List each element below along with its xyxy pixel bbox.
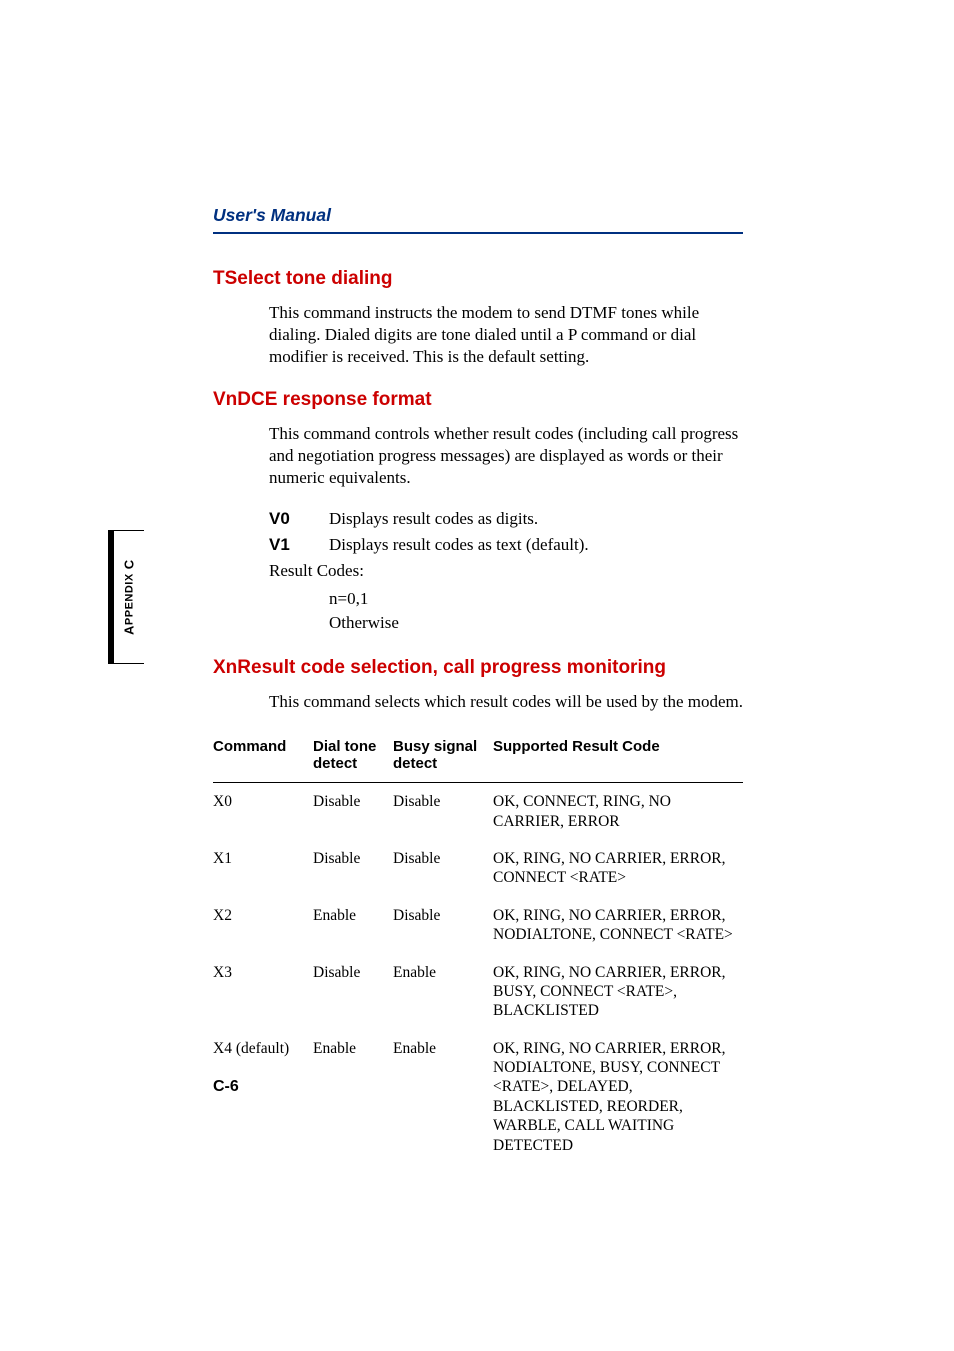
table-row: X3 Disable Enable OK, RING, NO CARRIER, … <box>213 954 743 1030</box>
result-codes-items: n=0,1 Otherwise <box>329 589 743 633</box>
cell-busy: Enable <box>393 1030 493 1164</box>
cell-cmd: X2 <box>213 897 313 954</box>
cell-result: OK, RING, NO CARRIER, ERROR, NODIALTONE,… <box>493 897 743 954</box>
definition-row: V0 Displays result codes as digits. <box>269 509 743 529</box>
cell-busy: Disable <box>393 897 493 954</box>
cell-cmd: X1 <box>213 840 313 897</box>
table-row: X1 Disable Disable OK, RING, NO CARRIER,… <box>213 840 743 897</box>
cell-result: OK, CONNECT, RING, NO CARRIER, ERROR <box>493 783 743 840</box>
cell-dial: Enable <box>313 1030 393 1164</box>
section-heading-vn: VnDCE response format <box>213 389 743 411</box>
running-header: User's Manual <box>213 205 743 232</box>
result-code-item: n=0,1 <box>329 589 743 609</box>
xn-table: Command Dial tone detect Busy signal det… <box>213 738 743 1164</box>
th-dial: Dial tone detect <box>313 738 393 783</box>
cell-dial: Disable <box>313 954 393 1030</box>
section-heading-xn: XnResult code selection, call progress m… <box>213 657 743 679</box>
body-text-vn: This command controls whether result cod… <box>269 423 743 488</box>
appendix-label: APPENDIX C <box>114 530 144 664</box>
cell-cmd: X4 (default) <box>213 1030 313 1164</box>
result-codes-label: Result Codes: <box>269 561 743 581</box>
definition-desc: Displays result codes as digits. <box>329 509 743 529</box>
cell-result: OK, RING, NO CARRIER, ERROR, CONNECT <RA… <box>493 840 743 897</box>
cell-cmd: X0 <box>213 783 313 840</box>
appendix-tab: APPENDIX C <box>108 530 144 664</box>
table-row: X0 Disable Disable OK, CONNECT, RING, NO… <box>213 783 743 840</box>
cell-result: OK, RING, NO CARRIER, ERROR, BUSY, CONNE… <box>493 954 743 1030</box>
th-result: Supported Result Code <box>493 738 743 783</box>
cell-cmd: X3 <box>213 954 313 1030</box>
definition-list-vn: V0 Displays result codes as digits. V1 D… <box>269 509 743 555</box>
cell-busy: Disable <box>393 840 493 897</box>
table-header-row: Command Dial tone detect Busy signal det… <box>213 738 743 783</box>
definition-desc: Displays result codes as text (default). <box>329 535 743 555</box>
cell-result: OK, RING, NO CARRIER, ERROR, NODIALTONE,… <box>493 1030 743 1164</box>
th-busy: Busy signal detect <box>393 738 493 783</box>
cell-dial: Enable <box>313 897 393 954</box>
page-content: User's Manual TSelect tone dialing This … <box>213 205 743 1164</box>
body-text-xn: This command selects which result codes … <box>269 691 743 713</box>
table-row: X2 Enable Disable OK, RING, NO CARRIER, … <box>213 897 743 954</box>
cell-busy: Enable <box>393 954 493 1030</box>
definition-term: V0 <box>269 509 329 529</box>
cell-dial: Disable <box>313 840 393 897</box>
body-text-t: This command instructs the modem to send… <box>269 302 743 367</box>
definition-row: V1 Displays result codes as text (defaul… <box>269 535 743 555</box>
result-code-item: Otherwise <box>329 613 743 633</box>
table-row: X4 (default) Enable Enable OK, RING, NO … <box>213 1030 743 1164</box>
page-number: C-6 <box>213 1078 239 1096</box>
header-rule <box>213 232 743 234</box>
section-heading-t: TSelect tone dialing <box>213 268 743 290</box>
cell-busy: Disable <box>393 783 493 840</box>
th-command: Command <box>213 738 313 783</box>
definition-term: V1 <box>269 535 329 555</box>
cell-dial: Disable <box>313 783 393 840</box>
